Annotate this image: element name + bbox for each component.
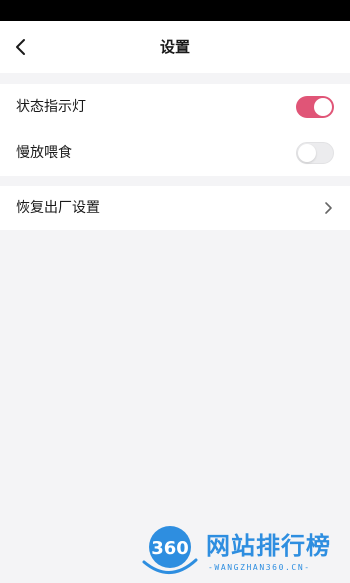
watermark-logo-icon: 360	[142, 526, 198, 574]
status-light-toggle[interactable]	[296, 96, 334, 118]
settings-group-toggles: 状态指示灯 慢放喂食	[0, 84, 350, 176]
settings-group-reset: 恢复出厂设置	[0, 186, 350, 230]
watermark-title: 网站排行榜	[206, 532, 331, 560]
watermark-logo-text: 360	[151, 538, 189, 559]
nav-bar: 设置	[0, 21, 350, 73]
watermark-url: -WANGZHAN360.CN-	[208, 563, 311, 572]
status-bar	[0, 0, 350, 21]
slow-feed-toggle[interactable]	[296, 142, 334, 164]
setting-row-factory-reset[interactable]: 恢复出厂设置	[0, 186, 350, 230]
toggle-knob	[314, 98, 332, 116]
chevron-right-icon	[325, 202, 332, 214]
toggle-knob	[298, 144, 316, 162]
slow-feed-label: 慢放喂食	[16, 145, 72, 161]
setting-row-slow-feed: 慢放喂食	[0, 130, 350, 176]
factory-reset-label: 恢复出厂设置	[16, 200, 100, 216]
page-title: 设置	[159, 38, 190, 56]
watermark: 360 网站排行榜 -WANGZHAN360.CN-	[138, 522, 350, 583]
setting-row-status-light: 状态指示灯	[0, 84, 350, 130]
status-light-label: 状态指示灯	[16, 99, 86, 115]
